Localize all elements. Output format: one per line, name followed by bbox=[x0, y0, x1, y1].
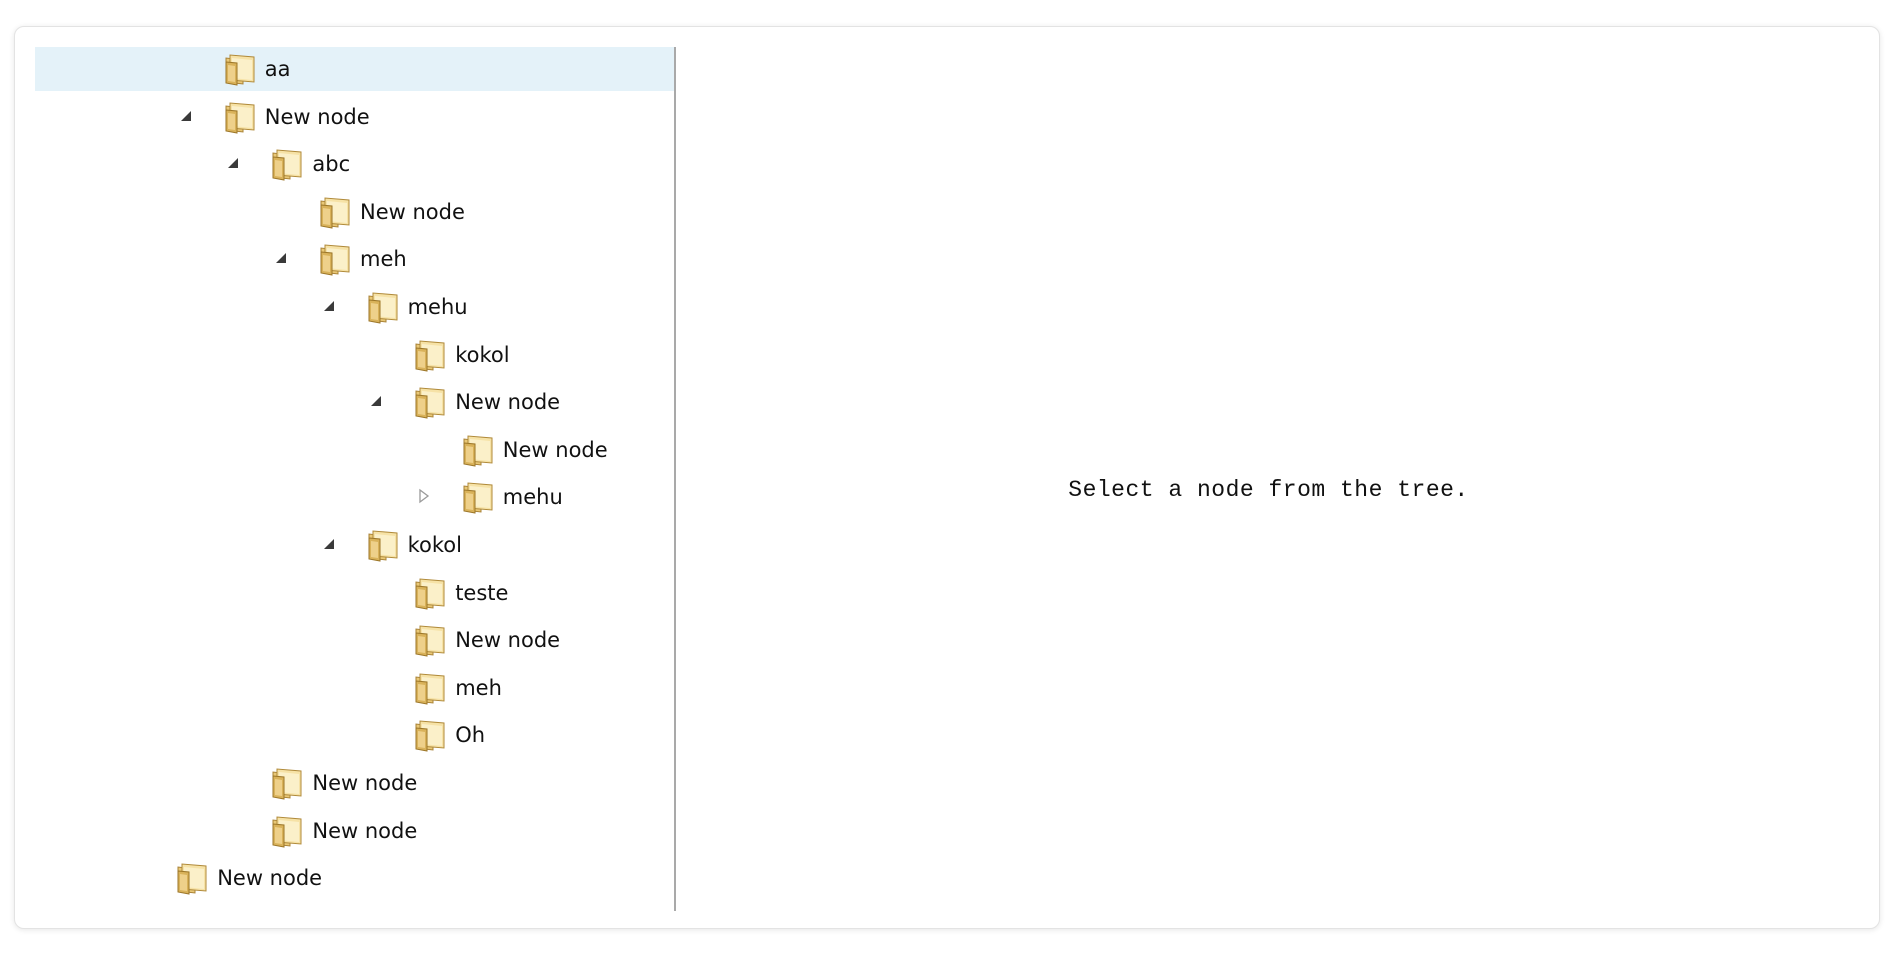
tree-view-panel: aa New node abc New node meh mehu kokol New nod… bbox=[14, 26, 1880, 929]
folder-icon bbox=[413, 623, 447, 657]
tree-node-label: abc bbox=[312, 152, 351, 177]
tree-node[interactable]: New node bbox=[35, 856, 674, 900]
expanded-triangle-icon[interactable] bbox=[320, 535, 338, 553]
folder-icon bbox=[270, 147, 304, 181]
folder-icon bbox=[413, 671, 447, 705]
folder-icon bbox=[318, 242, 352, 276]
folder-icon bbox=[413, 338, 447, 372]
tree-node-label: aa bbox=[264, 57, 291, 81]
empty-selection-message: Select a node from the tree. bbox=[1068, 477, 1469, 503]
tree-node[interactable]: meh bbox=[35, 237, 674, 281]
tree-node[interactable]: New node bbox=[35, 618, 674, 662]
tree-node-label: teste bbox=[455, 580, 509, 605]
tree-node[interactable]: New node bbox=[35, 809, 674, 853]
tree-node[interactable]: mehu bbox=[35, 285, 674, 329]
tree-node-label: New node bbox=[264, 104, 370, 129]
tree-node[interactable]: New node bbox=[35, 190, 674, 234]
tree-node[interactable]: Oh bbox=[35, 713, 674, 757]
expanded-triangle-icon[interactable] bbox=[320, 297, 338, 315]
collapsed-triangle-icon[interactable] bbox=[415, 487, 433, 505]
tree-node[interactable]: teste bbox=[35, 571, 674, 615]
folder-icon bbox=[270, 814, 304, 848]
tree-node[interactable]: mehu bbox=[35, 475, 674, 519]
folder-icon bbox=[270, 766, 304, 800]
tree-node-label: mehu bbox=[407, 295, 468, 319]
tree-node-label: kokol bbox=[455, 342, 510, 367]
tree-node-label: meh bbox=[360, 247, 407, 272]
folder-icon bbox=[413, 718, 447, 752]
tree-node-label: New node bbox=[455, 628, 561, 653]
folder-icon bbox=[223, 52, 257, 86]
tree-pane: aa New node abc New node meh mehu kokol New nod… bbox=[35, 47, 676, 911]
tree-node[interactable]: kokol bbox=[35, 333, 674, 377]
folder-icon bbox=[413, 576, 447, 610]
tree-node[interactable]: New node bbox=[35, 380, 674, 424]
tree-node-label: New node bbox=[312, 818, 418, 843]
expanded-triangle-icon[interactable] bbox=[224, 154, 242, 172]
folder-icon bbox=[318, 195, 352, 229]
expanded-triangle-icon[interactable] bbox=[272, 249, 290, 267]
tree-node[interactable]: New node bbox=[35, 761, 674, 805]
tree-node[interactable]: kokol bbox=[35, 523, 674, 567]
folder-icon bbox=[461, 480, 495, 514]
expanded-triangle-icon[interactable] bbox=[177, 107, 195, 125]
tree-node-label: kokol bbox=[407, 533, 462, 557]
tree-node-label: meh bbox=[455, 675, 502, 700]
folder-icon bbox=[366, 528, 400, 562]
tree-node[interactable]: abc bbox=[35, 142, 674, 186]
tree-node-label: New node bbox=[312, 771, 418, 795]
folder-icon bbox=[461, 433, 495, 467]
expanded-triangle-icon[interactable] bbox=[367, 392, 385, 410]
tree-node-label: Oh bbox=[455, 723, 486, 748]
tree-node-label: New node bbox=[360, 199, 465, 224]
tree-node-label: mehu bbox=[502, 485, 563, 510]
folder-icon bbox=[175, 861, 209, 895]
folder-icon bbox=[223, 100, 257, 134]
tree-node-label: New node bbox=[455, 390, 561, 415]
tree-node[interactable]: New node bbox=[35, 95, 674, 139]
folder-icon bbox=[413, 385, 447, 419]
tree-node[interactable]: aa bbox=[35, 47, 674, 91]
folder-icon bbox=[366, 290, 400, 324]
tree-node-label: New node bbox=[502, 437, 608, 462]
tree-node[interactable]: New node bbox=[35, 428, 674, 472]
detail-pane: Select a node from the tree. bbox=[676, 47, 1861, 911]
tree-node[interactable]: meh bbox=[35, 666, 674, 710]
tree-node-label: New node bbox=[217, 866, 323, 891]
